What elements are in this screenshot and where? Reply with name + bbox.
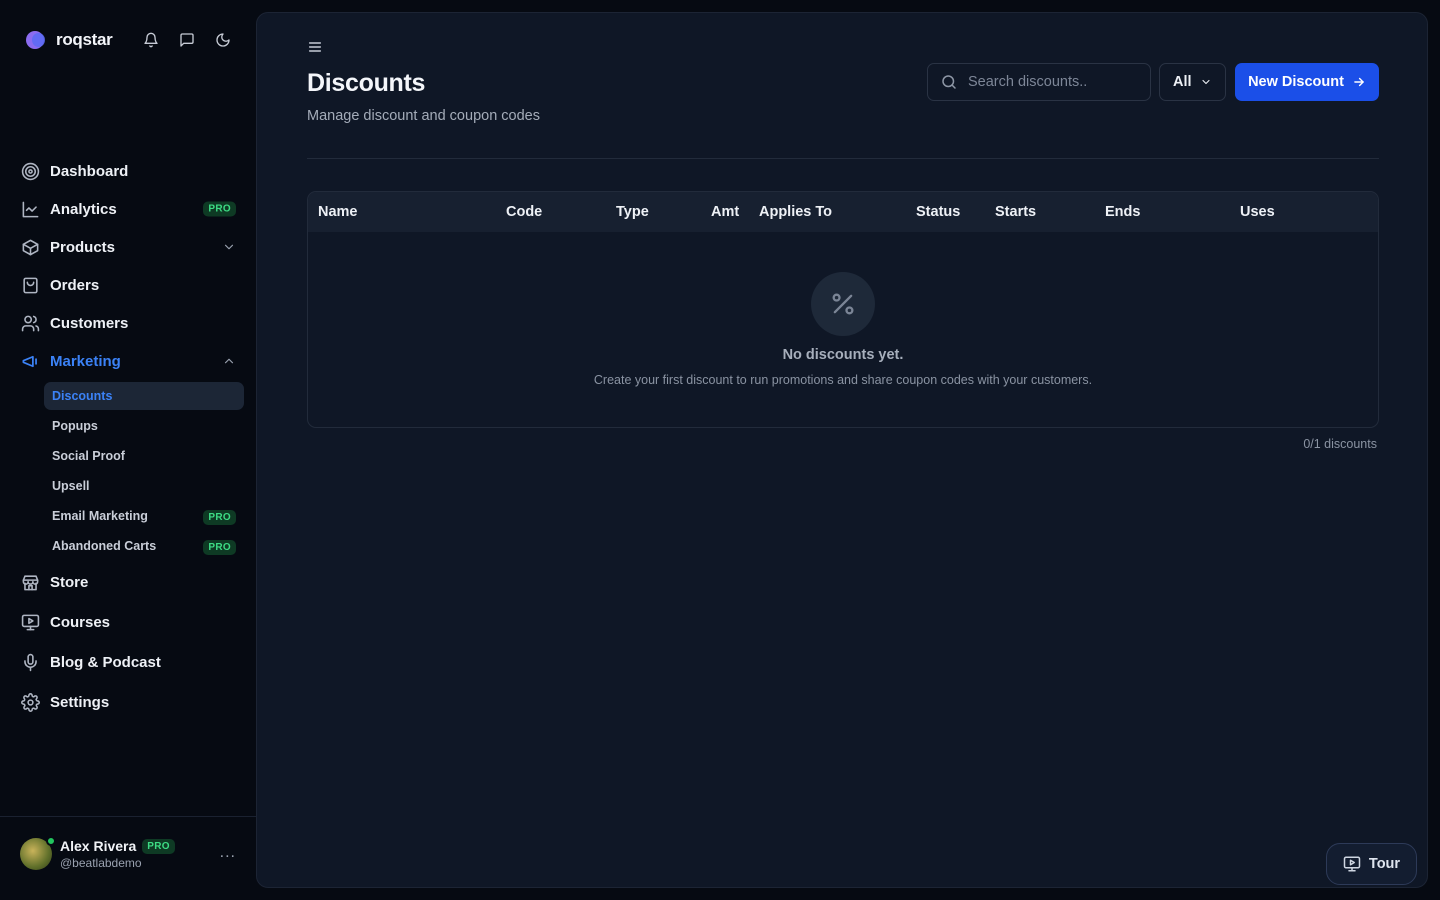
orders-icon bbox=[20, 275, 40, 295]
sidebar-item-label: Blog & Podcast bbox=[50, 653, 161, 671]
sidebar-item-courses[interactable]: Courses bbox=[12, 602, 244, 642]
header-divider bbox=[307, 158, 1379, 159]
sidebar-item-analytics[interactable]: Analytics PRO bbox=[12, 190, 244, 228]
marketing-icon bbox=[20, 351, 40, 371]
logo-icon bbox=[20, 28, 50, 52]
sidebar-item-label: Analytics bbox=[50, 200, 117, 218]
menu-icon[interactable] bbox=[307, 39, 323, 55]
sidebar-item-products[interactable]: Products bbox=[12, 228, 244, 266]
chat-icon[interactable] bbox=[178, 28, 196, 52]
sidebar-item-label: Settings bbox=[50, 693, 110, 711]
bell-icon[interactable] bbox=[142, 28, 160, 52]
sidebar-item-label: Store bbox=[50, 573, 89, 591]
sidebar-item-blog-podcast[interactable]: Blog & Podcast bbox=[12, 642, 244, 682]
analytics-icon bbox=[20, 199, 40, 219]
subnav-item-label: Social Proof bbox=[52, 449, 125, 463]
new-discount-button[interactable]: New Discount bbox=[1235, 63, 1379, 101]
avatar[interactable] bbox=[20, 836, 56, 870]
microphone-icon bbox=[20, 652, 40, 672]
table-header: Name Code Type Amt Applies To Status Sta… bbox=[308, 192, 1378, 232]
new-discount-label: New Discount bbox=[1248, 74, 1344, 90]
customers-icon bbox=[20, 313, 40, 333]
subnav-item-email-marketing[interactable]: Email Marketing PRO bbox=[44, 502, 244, 530]
sidebar-item-label: Marketing bbox=[50, 352, 121, 370]
sidebar-item-label: Dashboard bbox=[50, 162, 129, 180]
moon-icon[interactable] bbox=[214, 28, 232, 52]
column-header-ends[interactable]: Ends bbox=[1105, 204, 1140, 220]
sidebar-item-dashboard[interactable]: Dashboard bbox=[12, 152, 244, 190]
sidebar-item-marketing[interactable]: Marketing bbox=[12, 342, 244, 380]
arrow-right-icon bbox=[1352, 75, 1366, 89]
header-icons bbox=[142, 28, 232, 52]
sidebar-item-label: Courses bbox=[50, 613, 111, 631]
sidebar-nav-lower: Store Courses Blog & Podcast Settings bbox=[12, 562, 244, 722]
sidebar-item-store[interactable]: Store bbox=[12, 562, 244, 602]
column-header-amt[interactable]: Amt bbox=[711, 204, 739, 220]
chevron-down-icon[interactable] bbox=[222, 240, 236, 254]
column-header-name[interactable]: Name bbox=[318, 204, 358, 220]
products-icon bbox=[20, 237, 40, 257]
settings-icon bbox=[20, 692, 40, 712]
chevron-up-icon[interactable] bbox=[222, 354, 236, 368]
discounts-table: Name Code Type Amt Applies To Status Sta… bbox=[307, 191, 1379, 428]
pro-badge: PRO bbox=[203, 510, 236, 525]
subnav-item-discounts[interactable]: Discounts bbox=[44, 382, 244, 410]
subnav-item-label: Abandoned Carts bbox=[52, 539, 157, 553]
column-header-starts[interactable]: Starts bbox=[995, 204, 1036, 220]
subnav-item-label: Popups bbox=[52, 419, 98, 433]
sidebar-item-customers[interactable]: Customers bbox=[12, 304, 244, 342]
subnav-item-label: Upsell bbox=[52, 479, 90, 493]
presentation-icon bbox=[1343, 855, 1361, 873]
empty-state-title: No discounts yet. bbox=[782, 347, 904, 363]
empty-state-description: Create your first discount to run promot… bbox=[593, 373, 1093, 387]
percent-icon bbox=[811, 272, 875, 336]
brand-name: roqstar bbox=[56, 30, 113, 49]
column-header-applies-to[interactable]: Applies To bbox=[759, 204, 832, 220]
pro-badge: PRO bbox=[203, 201, 236, 217]
sidebar-divider bbox=[0, 816, 256, 817]
subnav-item-label: Email Marketing bbox=[52, 509, 148, 523]
search-box[interactable] bbox=[927, 63, 1151, 101]
online-status-dot bbox=[46, 836, 56, 846]
courses-icon bbox=[20, 612, 40, 632]
sidebar-item-settings[interactable]: Settings bbox=[12, 682, 244, 722]
sidebar-item-label: Orders bbox=[50, 276, 100, 294]
tour-label: Tour bbox=[1368, 856, 1401, 872]
sidebar-item-orders[interactable]: Orders bbox=[12, 266, 244, 304]
page-subtitle: Manage discount and coupon codes bbox=[307, 108, 540, 124]
search-icon bbox=[940, 73, 958, 91]
page-title: Discounts bbox=[307, 69, 426, 97]
user-handle: @beatlabdemo bbox=[60, 856, 142, 870]
search-input[interactable] bbox=[968, 74, 1148, 90]
filter-value: All bbox=[1173, 74, 1192, 90]
more-options-icon[interactable]: ... bbox=[220, 844, 236, 862]
subnav-item-social-proof[interactable]: Social Proof bbox=[44, 442, 244, 470]
main-panel: Discounts Manage discount and coupon cod… bbox=[256, 12, 1428, 888]
column-header-uses[interactable]: Uses bbox=[1240, 204, 1275, 220]
subnav-item-abandoned-carts[interactable]: Abandoned Carts PRO bbox=[44, 532, 244, 560]
subnav-item-label: Discounts bbox=[52, 389, 113, 403]
subnav-item-upsell[interactable]: Upsell bbox=[44, 472, 244, 500]
column-header-type[interactable]: Type bbox=[616, 204, 649, 220]
subnav-item-popups[interactable]: Popups bbox=[44, 412, 244, 440]
store-icon bbox=[20, 572, 40, 592]
tour-button[interactable]: Tour bbox=[1326, 843, 1417, 885]
marketing-subnav: Discounts Popups Social Proof Upsell Ema… bbox=[44, 382, 244, 560]
sidebar: roqstar Dashboard Analytics PRO Products… bbox=[0, 0, 256, 900]
sidebar-item-label: Customers bbox=[50, 314, 129, 332]
chevron-down-icon bbox=[1200, 76, 1212, 88]
pro-badge: PRO bbox=[142, 838, 175, 854]
column-header-code[interactable]: Code bbox=[506, 204, 542, 220]
column-header-status[interactable]: Status bbox=[916, 204, 960, 220]
sidebar-nav: Dashboard Analytics PRO Products Orders bbox=[12, 152, 244, 722]
user-name: Alex Rivera bbox=[60, 838, 137, 854]
sidebar-item-label: Products bbox=[50, 238, 116, 256]
status-filter-select[interactable]: All bbox=[1159, 63, 1226, 101]
discount-count: 0/1 discounts bbox=[1303, 437, 1377, 451]
dashboard-icon bbox=[20, 161, 40, 181]
pro-badge: PRO bbox=[203, 540, 236, 555]
user-profile[interactable]: Alex Rivera PRO @beatlabdemo ... bbox=[20, 836, 244, 872]
